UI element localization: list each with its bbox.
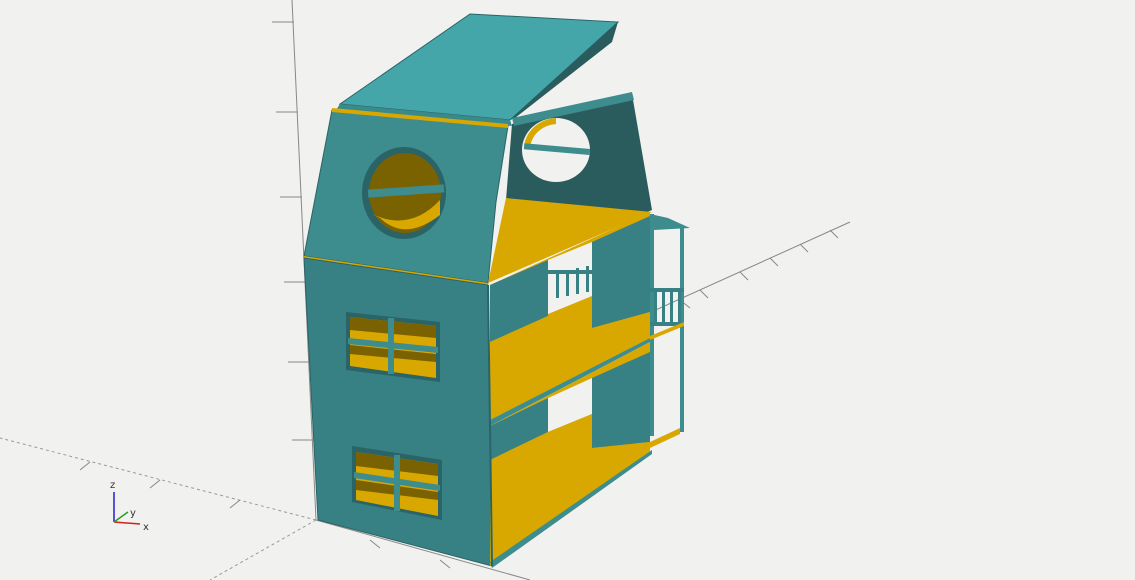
z-axis-label: z <box>110 480 115 491</box>
y-axis-arrow <box>113 511 129 523</box>
z-axis-ticks <box>272 21 314 441</box>
front-wall[interactable] <box>303 257 493 567</box>
axes-indicator: z y x <box>110 480 149 533</box>
y-axis-label: y <box>130 508 136 519</box>
x-axis-ticks <box>679 229 839 309</box>
dollhouse-model[interactable] <box>303 13 690 568</box>
balcony-railing[interactable] <box>650 288 684 326</box>
second-floor-window[interactable] <box>346 312 440 382</box>
x-axis-arrow <box>113 521 141 525</box>
balcony-post-right <box>680 226 684 432</box>
first-floor-porch-opening <box>654 330 680 440</box>
scene-canvas[interactable]: z y x <box>0 0 1135 580</box>
x-axis-label: x <box>143 522 149 533</box>
3d-viewport[interactable]: z y x <box>0 0 1135 580</box>
